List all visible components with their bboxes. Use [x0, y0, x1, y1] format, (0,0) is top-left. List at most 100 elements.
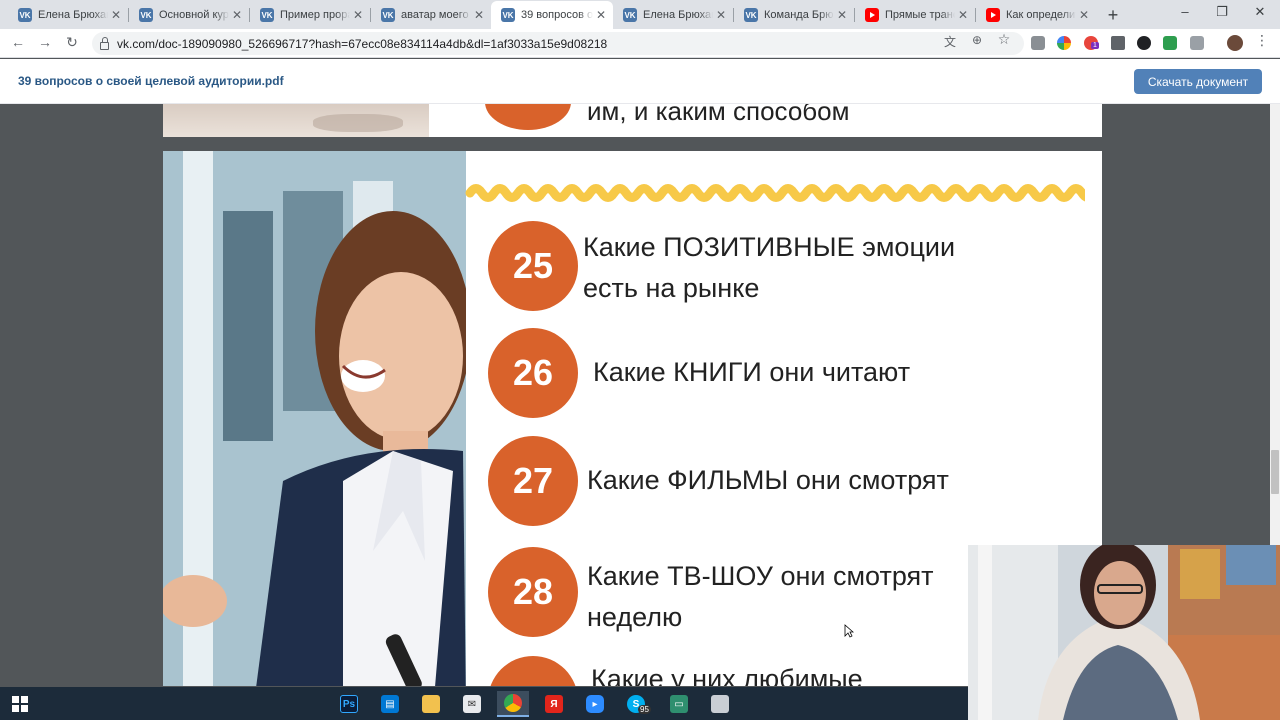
close-icon[interactable]: ✕	[350, 8, 366, 22]
woman-photo-illustration	[163, 151, 466, 686]
close-icon[interactable]: ✕	[108, 8, 124, 22]
star-bookmark-icon[interactable]: ☆	[996, 31, 1012, 48]
question-text: Какие ПОЗИТИВНЫЕ эмоции есть на рынке	[583, 232, 956, 303]
tab-title: Как определит	[1006, 9, 1076, 21]
webcam-overlay	[968, 545, 1280, 720]
vk-icon: VK	[260, 8, 274, 22]
photoshop-icon[interactable]: Ps	[333, 691, 365, 717]
lock-icon	[100, 36, 109, 50]
back-arrow-icon[interactable]: ←	[8, 34, 28, 50]
extension-badge-count: 1	[1091, 42, 1099, 49]
printer-app-icon[interactable]	[704, 691, 736, 717]
tab-title: 39 вопросов о	[521, 9, 593, 21]
question-number-circle: 25	[488, 221, 578, 311]
question-text: Какие ТВ-ШОУ они смотрят неделю	[587, 561, 934, 632]
minimize-button[interactable]: –	[1175, 4, 1195, 19]
chrome-icon[interactable]	[497, 691, 529, 717]
woman-photo	[163, 151, 466, 686]
vk-icon: VK	[381, 8, 395, 22]
close-icon[interactable]: ✕	[1076, 8, 1092, 22]
tab-title: Пример прорабо	[280, 9, 350, 21]
question-number-circle: 27	[488, 436, 578, 526]
tab-8[interactable]: Прямые трансл ✕	[855, 2, 975, 28]
decorative-wave	[465, 184, 1085, 202]
url-text[interactable]: vk.com/doc-189090980_526696717?hash=67ec…	[117, 37, 607, 51]
more-menu-icon[interactable]: ⋮	[1254, 32, 1270, 49]
question-text: им, и каким способом	[587, 104, 850, 126]
youtube-icon	[986, 8, 1000, 22]
windows-start-icon[interactable]	[4, 691, 36, 717]
skype-icon[interactable]: S 95	[620, 691, 652, 717]
vk-icon: VK	[139, 8, 153, 22]
webcam-presenter-video	[968, 545, 1280, 720]
question-number: 29	[513, 680, 553, 686]
number-circle	[485, 104, 571, 130]
maximize-button[interactable]: ❐	[1212, 4, 1232, 20]
tab-9[interactable]: Как определит ✕	[976, 2, 1096, 28]
browser-tab-strip: VK Елена Брюханова ✕ VK Основной курс ✕ …	[0, 0, 1280, 29]
close-icon[interactable]: ✕	[471, 8, 487, 22]
document-header: 39 вопросов о своей целевой аудитории.pd…	[0, 59, 1280, 104]
tab-title: Прямые трансл	[885, 9, 955, 21]
store-icon[interactable]: ▤	[374, 691, 406, 717]
vk-icon: VK	[501, 8, 515, 22]
profile-avatar[interactable]	[1227, 35, 1243, 51]
download-document-button[interactable]: Скачать документ	[1134, 69, 1262, 94]
tab-title: Елена Брюханова	[38, 9, 108, 21]
question-number-circle: 29	[488, 656, 578, 686]
close-icon[interactable]: ✕	[593, 8, 609, 22]
grey-extension-icon[interactable]	[1190, 36, 1204, 50]
tab-3[interactable]: VK Пример прорабо ✕	[250, 2, 370, 28]
zoom-icon[interactable]: ⊕	[969, 33, 985, 47]
tab-4[interactable]: VK аватар моего к ✕	[371, 2, 491, 28]
close-window-button[interactable]: ✕	[1250, 4, 1270, 20]
close-icon[interactable]: ✕	[955, 8, 971, 22]
question-number: 25	[512, 245, 554, 286]
document-title: 39 вопросов о своей целевой аудитории.pd…	[18, 74, 284, 88]
windows-taskbar: Ps ▤ ✉ Я ▸ S 95 ▭	[0, 687, 968, 720]
tab-2[interactable]: VK Основной курс ✕	[129, 2, 249, 28]
yandex-browser-icon[interactable]: Я	[538, 691, 570, 717]
question-number: 28	[512, 571, 554, 612]
tab-5-active[interactable]: VK 39 вопросов о ✕	[491, 1, 613, 29]
mouse-cursor-icon	[844, 624, 854, 638]
close-icon[interactable]: ✕	[834, 8, 850, 22]
file-explorer-icon[interactable]	[415, 691, 447, 717]
address-bar[interactable]: vk.com/doc-189090980_526696717?hash=67ec…	[92, 32, 1024, 55]
close-icon[interactable]: ✕	[713, 8, 729, 22]
extension-badge-icon[interactable]: 1	[1084, 36, 1099, 50]
scrollbar-thumb[interactable]	[1271, 450, 1279, 494]
skype-badge-count: 95	[638, 705, 651, 714]
cast-icon[interactable]	[1111, 36, 1125, 50]
tab-1[interactable]: VK Елена Брюханова ✕	[8, 2, 128, 28]
forward-arrow-icon[interactable]: →	[35, 34, 55, 50]
reload-icon[interactable]: ↻	[62, 34, 82, 51]
tab-7[interactable]: VK Команда Брюх ✕	[734, 2, 854, 28]
new-tab-button[interactable]: +	[1104, 5, 1122, 26]
question-number-circle: 26	[488, 328, 578, 418]
pdf-page-current: 25 Какие ПОЗИТИВНЫЕ эмоции есть на рынке…	[163, 151, 1102, 686]
green-extension-icon[interactable]	[1163, 36, 1177, 50]
vk-icon: VK	[744, 8, 758, 22]
mail-icon[interactable]: ✉	[456, 691, 488, 717]
tab-title: Основной курс	[159, 9, 229, 21]
tab-title: аватар моего к	[401, 9, 471, 21]
windows-logo-icon	[12, 696, 28, 712]
question-number-circle: 28	[488, 547, 578, 637]
screen-app-icon[interactable]: ▭	[663, 691, 695, 717]
translate-icon[interactable]: 文	[942, 33, 958, 50]
color-extension-icon[interactable]	[1057, 36, 1071, 50]
tab-title: Елена Брюхано	[643, 9, 713, 21]
screen: VK Елена Брюханова ✕ VK Основной курс ✕ …	[0, 0, 1280, 720]
tab-title: Команда Брюх	[764, 9, 834, 21]
question-text: Какие ФИЛЬМЫ они смотрят	[587, 465, 949, 495]
page-photo	[163, 104, 429, 137]
close-icon[interactable]: ✕	[229, 8, 245, 22]
record-extension-icon[interactable]	[1137, 36, 1151, 50]
zoom-app-icon[interactable]: ▸	[579, 691, 611, 717]
pdf-page-previous: им, и каким способом	[163, 104, 1102, 137]
question-text: Какие КНИГИ они читают	[593, 357, 911, 387]
shield-extension-icon[interactable]	[1031, 36, 1045, 50]
tab-6[interactable]: VK Елена Брюхано ✕	[613, 2, 733, 28]
browser-toolbar: ← → ↻ vk.com/doc-189090980_526696717?has…	[0, 29, 1280, 58]
